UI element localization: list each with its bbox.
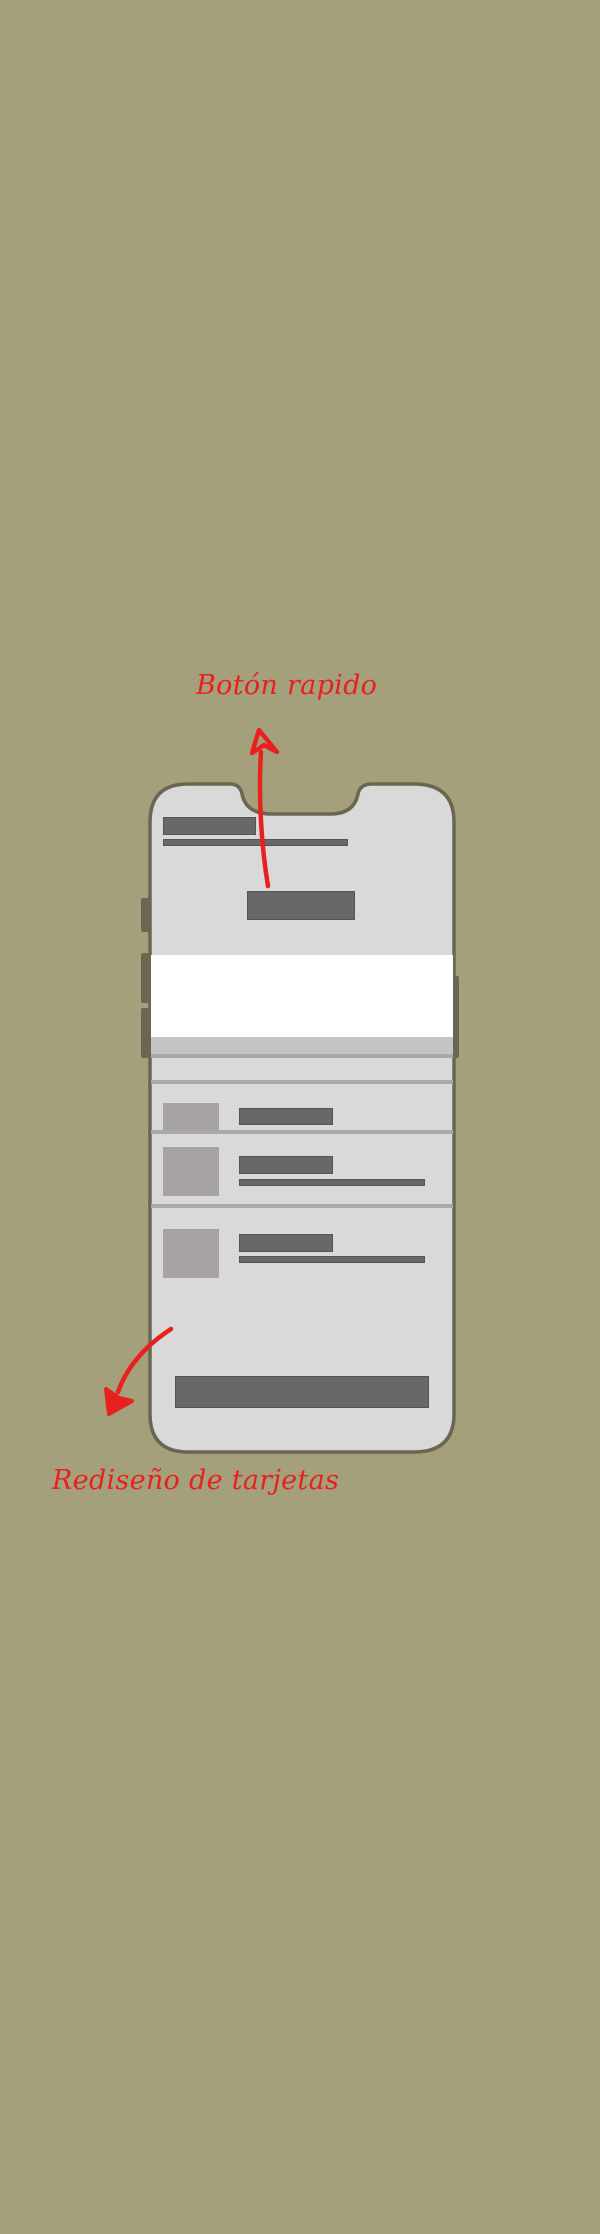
arrow-down-left-icon <box>104 1326 174 1416</box>
annotation-arrows <box>104 727 280 1416</box>
arrow-up-icon <box>249 727 280 889</box>
